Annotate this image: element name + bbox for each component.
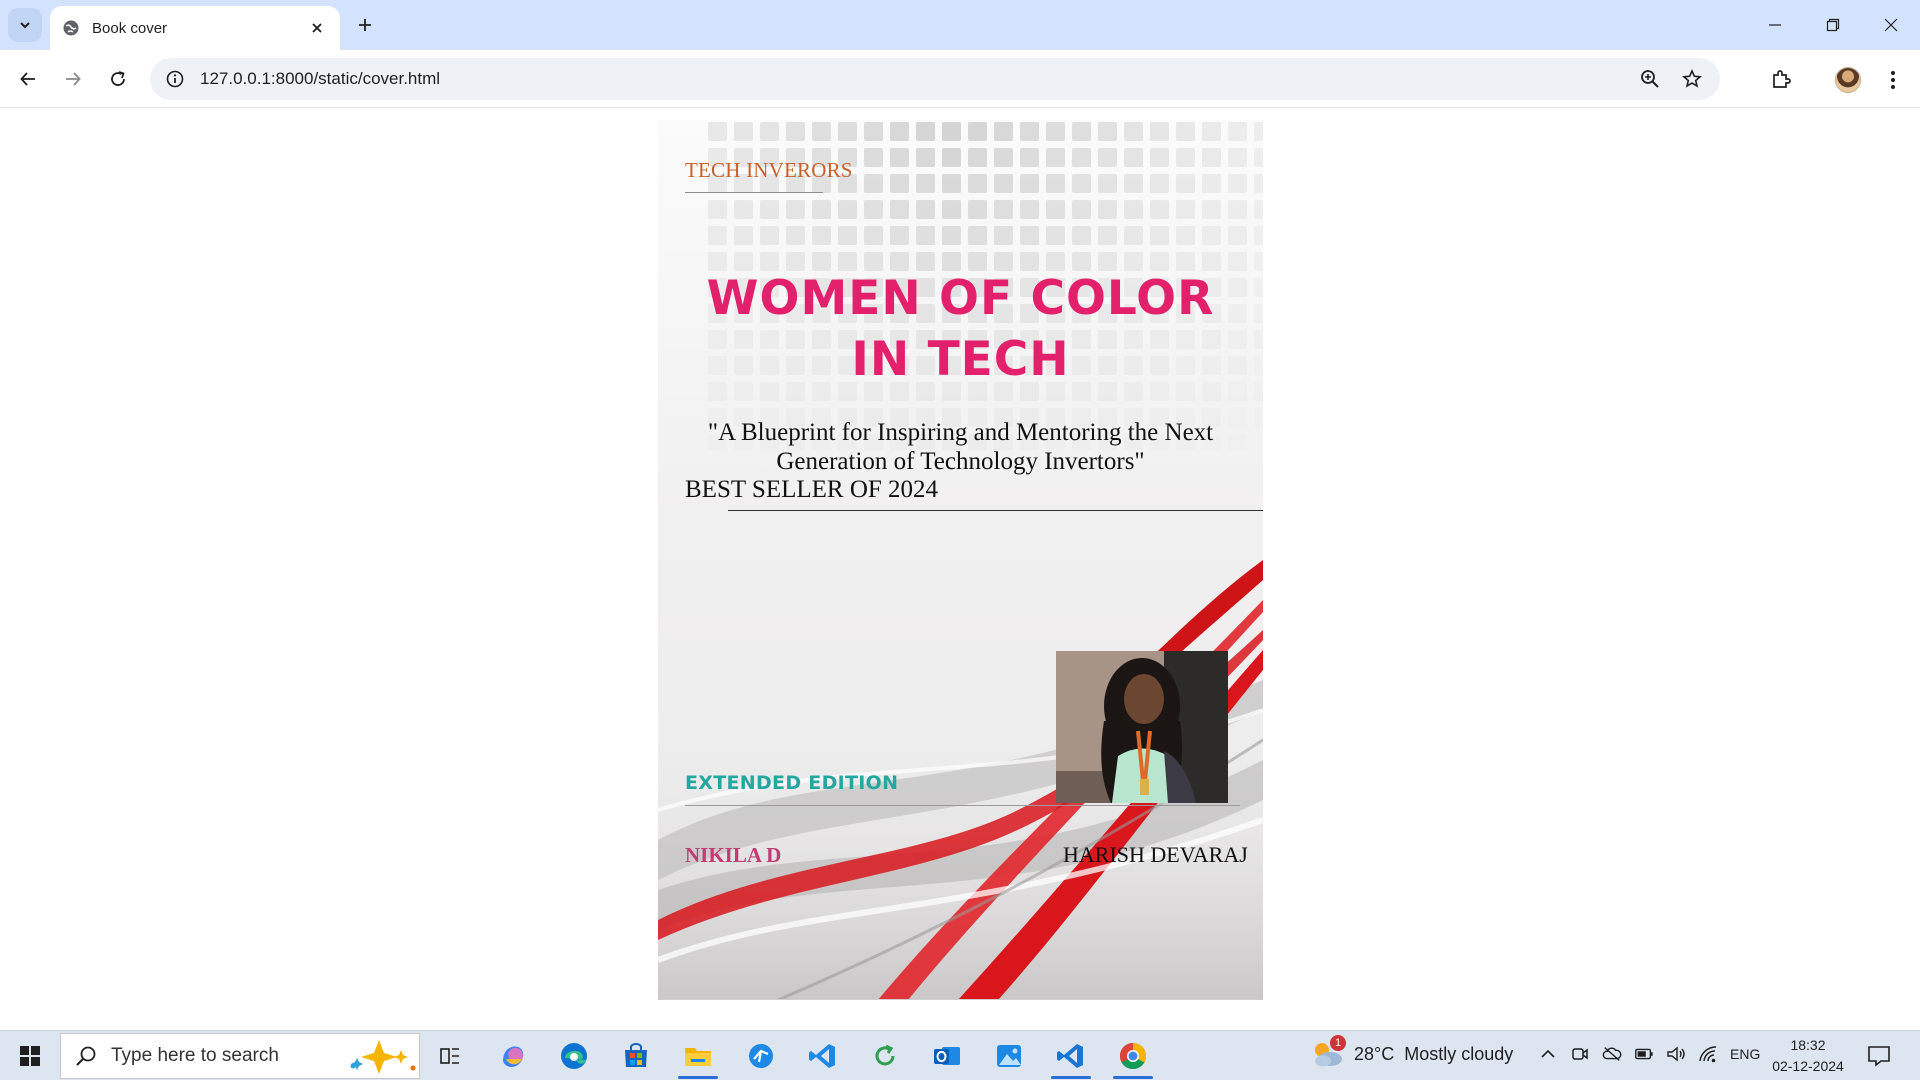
forward-arrow-icon [66,72,81,86]
sparkle-icon [350,1040,416,1074]
language-indicator[interactable]: ENG [1730,1046,1760,1062]
refresh-app-icon [875,1044,895,1066]
star-icon[interactable] [1680,67,1704,91]
avatar [1835,67,1861,93]
notifications-button[interactable] [1866,1043,1892,1069]
profile-button[interactable] [1833,65,1863,95]
remote-icon [749,1044,773,1068]
publisher-name: TECH INVERORS [685,158,853,182]
publisher-divider [685,192,823,193]
windows-taskbar: Type here to search 1 28°C Mostly cloudy… [0,1030,1920,1080]
copilot-icon [503,1046,524,1067]
task-view-button[interactable] [424,1036,476,1076]
meet-icon[interactable] [1570,1043,1590,1065]
back-button[interactable] [12,63,44,95]
store-icon [625,1043,647,1067]
minimize-icon [1769,24,1781,26]
system-tray: ENG [1538,1043,1760,1065]
notification-icon [1868,1046,1890,1067]
file-explorer-icon [685,1048,711,1066]
author-photo [1056,651,1228,803]
photos-icon [997,1045,1021,1067]
file-explorer-button[interactable] [672,1036,724,1079]
copilot-button[interactable] [487,1036,539,1076]
bestseller-label: BEST SELLER OF 2024 [685,476,939,503]
bestseller-divider [728,510,1263,511]
zoom-icon[interactable] [1638,67,1662,91]
chrome-icon [1119,1042,1147,1070]
weather-badge: 1 [1330,1035,1346,1051]
puzzle-icon [1773,70,1791,88]
restore-icon [1826,18,1840,32]
chevron-down-icon [20,22,30,29]
plus-icon [359,19,371,31]
book-tagline: "A Blueprint for Inspiring and Mentoring… [707,419,1214,475]
search-placeholder: Type here to search [111,1045,279,1066]
weather-widget[interactable]: 1 28°C Mostly cloudy [1310,1035,1514,1069]
browser-tab[interactable]: Book cover [50,6,340,50]
close-icon[interactable] [306,17,328,39]
clock-date: 02-12-2024 [1772,1058,1844,1074]
window-controls [1746,0,1920,50]
reload-icon [111,71,125,86]
author-name-left: NIKILA D [685,843,782,867]
wifi-icon[interactable] [1698,1043,1718,1065]
outlook-button[interactable] [921,1036,973,1076]
edition-label: EXTENDED EDITION [685,772,899,794]
edge-icon [561,1043,587,1069]
new-tab-button[interactable] [350,10,380,40]
vscode-button[interactable] [797,1036,849,1076]
minimize-button[interactable] [1746,0,1804,50]
remote-app-button[interactable] [735,1036,787,1076]
vscode-insiders-icon [1057,1044,1083,1068]
clock-time: 18:32 [1790,1037,1826,1053]
edition-divider [685,805,1240,806]
search-icon [76,1046,96,1066]
extensions-button[interactable] [1766,65,1796,95]
author-name-right: HARISH DEVARAJ [1063,842,1248,867]
vscode-icon [809,1044,835,1068]
close-window-icon [1884,18,1898,32]
edge-button[interactable] [548,1036,600,1076]
kebab-menu-icon [1891,71,1895,89]
weather-description: Mostly cloudy [1404,1043,1514,1064]
outlook-icon [934,1047,960,1065]
weather-temperature: 28°C [1354,1043,1395,1064]
info-icon[interactable] [164,68,186,90]
clock[interactable]: 18:32 02-12-2024 [1768,1035,1848,1077]
book-cover: TECH INVERORS WOMEN OF COLOR IN TECH "A … [658,120,1263,1000]
chevron-up-icon[interactable] [1538,1043,1558,1065]
chrome-button[interactable] [1107,1036,1159,1079]
forward-button[interactable] [57,63,89,95]
start-button[interactable] [10,1041,50,1071]
photos-button[interactable] [983,1036,1035,1076]
refresh-app-button[interactable] [859,1036,911,1076]
restore-button[interactable] [1804,0,1862,50]
menu-button[interactable] [1878,65,1908,95]
vscode-insiders-button[interactable] [1045,1036,1097,1079]
back-arrow-icon [20,72,35,86]
task-view-icon [440,1048,459,1064]
tab-strip: Book cover [0,0,1920,50]
taskbar-search[interactable]: Type here to search [60,1033,420,1079]
battery-icon[interactable] [1634,1043,1654,1065]
onedrive-offline-icon[interactable] [1602,1043,1622,1065]
globe-icon [62,19,80,37]
book-title: WOMEN OF COLOR IN TECH [706,271,1215,387]
tab-title: Book cover [92,19,168,37]
page-viewport: TECH INVERORS WOMEN OF COLOR IN TECH "A … [0,109,1920,1030]
windows-logo-icon [20,1046,40,1066]
address-bar[interactable]: 127.0.0.1:8000/static/cover.html [150,58,1720,100]
tab-search-button[interactable] [8,8,42,42]
reload-button[interactable] [102,63,134,95]
browser-toolbar: 127.0.0.1:8000/static/cover.html [0,50,1920,108]
volume-icon[interactable] [1666,1043,1686,1065]
store-button[interactable] [610,1036,662,1076]
cloudy-weather-icon: 1 [1310,1035,1346,1069]
close-window-button[interactable] [1862,0,1920,50]
url-text: 127.0.0.1:8000/static/cover.html [200,69,441,88]
